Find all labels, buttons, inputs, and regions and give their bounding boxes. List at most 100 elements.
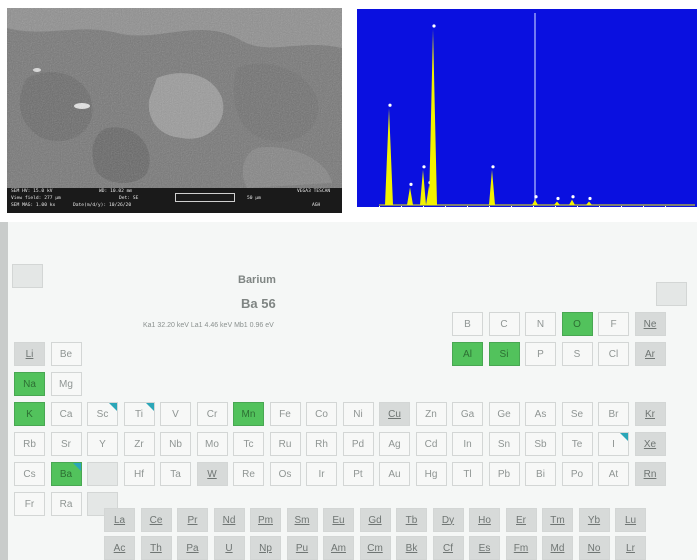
element-tm[interactable]: Tm <box>542 508 573 532</box>
element-be[interactable]: Be <box>50 342 82 366</box>
element-pu[interactable]: Pu <box>286 536 318 560</box>
periodic-top-left-button[interactable] <box>12 264 43 288</box>
element-au[interactable]: Au <box>379 462 410 486</box>
element-sm[interactable]: Sm <box>286 508 318 532</box>
element-zn[interactable]: Zn <box>415 402 447 426</box>
element-am[interactable]: Am <box>323 536 354 560</box>
element-ac[interactable]: Ac <box>104 536 135 560</box>
element-nd[interactable]: Nd <box>213 508 245 532</box>
element-y[interactable]: Y <box>87 432 118 456</box>
element-gd[interactable]: Gd <box>359 508 391 532</box>
element-hf[interactable]: Hf <box>123 462 155 486</box>
element-u[interactable]: U <box>213 536 245 560</box>
element-ho[interactable]: Ho <box>469 508 500 532</box>
element-tl[interactable]: Tl <box>452 462 483 486</box>
periodic-top-right-button[interactable] <box>656 282 687 306</box>
element-tc[interactable]: Tc <box>233 432 264 456</box>
element-ag[interactable]: Ag <box>379 432 410 456</box>
element-cd[interactable]: Cd <box>415 432 447 456</box>
element-fm[interactable]: Fm <box>505 536 537 560</box>
element-es[interactable]: Es <box>469 536 500 560</box>
element-mo[interactable]: Mo <box>196 432 228 456</box>
element-bk[interactable]: Bk <box>396 536 427 560</box>
element-ti[interactable]: Ti <box>123 402 155 426</box>
element-th[interactable]: Th <box>140 536 172 560</box>
element-i[interactable]: I <box>598 432 629 456</box>
element-pt[interactable]: Pt <box>342 462 374 486</box>
element-ru[interactable]: Ru <box>269 432 301 456</box>
element-pb[interactable]: Pb <box>488 462 520 486</box>
element-in[interactable]: In <box>452 432 483 456</box>
element-kr[interactable]: Kr <box>634 402 666 426</box>
element-sr[interactable]: Sr <box>50 432 82 456</box>
element-si[interactable]: Si <box>488 342 520 366</box>
element-cf[interactable]: Cf <box>432 536 464 560</box>
element-ce[interactable]: Ce <box>140 508 172 532</box>
element-dy[interactable]: Dy <box>432 508 464 532</box>
element-zr[interactable]: Zr <box>123 432 155 456</box>
element-li[interactable]: Li <box>14 342 45 366</box>
element-pm[interactable]: Pm <box>250 508 281 532</box>
element-at[interactable]: At <box>598 462 629 486</box>
element-re[interactable]: Re <box>233 462 264 486</box>
element-cs[interactable]: Cs <box>14 462 45 486</box>
element-cr[interactable]: Cr <box>196 402 228 426</box>
element-bi[interactable]: Bi <box>525 462 556 486</box>
element-k[interactable]: K <box>14 402 45 426</box>
element-sc[interactable]: Sc <box>87 402 118 426</box>
element-sb[interactable]: Sb <box>525 432 556 456</box>
element-co[interactable]: Co <box>306 402 337 426</box>
element-lr[interactable]: Lr <box>615 536 646 560</box>
element-fe[interactable]: Fe <box>269 402 301 426</box>
element-rb[interactable]: Rb <box>14 432 45 456</box>
element-ta[interactable]: Ta <box>160 462 191 486</box>
element-ge[interactable]: Ge <box>488 402 520 426</box>
element-f[interactable]: F <box>598 312 629 336</box>
element-ca[interactable]: Ca <box>50 402 82 426</box>
element-hg[interactable]: Hg <box>415 462 447 486</box>
element-lu[interactable]: Lu <box>615 508 646 532</box>
element-v[interactable]: V <box>160 402 191 426</box>
element-no[interactable]: No <box>578 536 610 560</box>
element-sn[interactable]: Sn <box>488 432 520 456</box>
element-la[interactable]: La <box>104 508 135 532</box>
element-br[interactable]: Br <box>598 402 629 426</box>
element-placeholder[interactable] <box>87 462 118 486</box>
element-s[interactable]: S <box>561 342 593 366</box>
element-se[interactable]: Se <box>561 402 593 426</box>
element-er[interactable]: Er <box>505 508 537 532</box>
element-ra[interactable]: Ra <box>50 492 82 516</box>
element-pd[interactable]: Pd <box>342 432 374 456</box>
element-fr[interactable]: Fr <box>14 492 45 516</box>
element-md[interactable]: Md <box>542 536 573 560</box>
element-ba[interactable]: Ba <box>50 462 82 486</box>
element-xe[interactable]: Xe <box>634 432 666 456</box>
element-cm[interactable]: Cm <box>359 536 391 560</box>
element-rh[interactable]: Rh <box>306 432 337 456</box>
element-tb[interactable]: Tb <box>396 508 427 532</box>
element-mn[interactable]: Mn <box>233 402 264 426</box>
element-p[interactable]: P <box>525 342 556 366</box>
element-b[interactable]: B <box>452 312 483 336</box>
element-ni[interactable]: Ni <box>342 402 374 426</box>
element-te[interactable]: Te <box>561 432 593 456</box>
element-rn[interactable]: Rn <box>634 462 666 486</box>
element-al[interactable]: Al <box>452 342 483 366</box>
element-pr[interactable]: Pr <box>177 508 208 532</box>
element-eu[interactable]: Eu <box>323 508 354 532</box>
element-pa[interactable]: Pa <box>177 536 208 560</box>
element-mg[interactable]: Mg <box>50 372 82 396</box>
element-c[interactable]: C <box>488 312 520 336</box>
element-cu[interactable]: Cu <box>379 402 410 426</box>
element-ne[interactable]: Ne <box>634 312 666 336</box>
element-np[interactable]: Np <box>250 536 281 560</box>
element-po[interactable]: Po <box>561 462 593 486</box>
element-o[interactable]: O <box>561 312 593 336</box>
element-nb[interactable]: Nb <box>160 432 191 456</box>
element-ga[interactable]: Ga <box>452 402 483 426</box>
element-ir[interactable]: Ir <box>306 462 337 486</box>
element-ar[interactable]: Ar <box>634 342 666 366</box>
element-cl[interactable]: Cl <box>598 342 629 366</box>
element-n[interactable]: N <box>525 312 556 336</box>
element-as[interactable]: As <box>525 402 556 426</box>
